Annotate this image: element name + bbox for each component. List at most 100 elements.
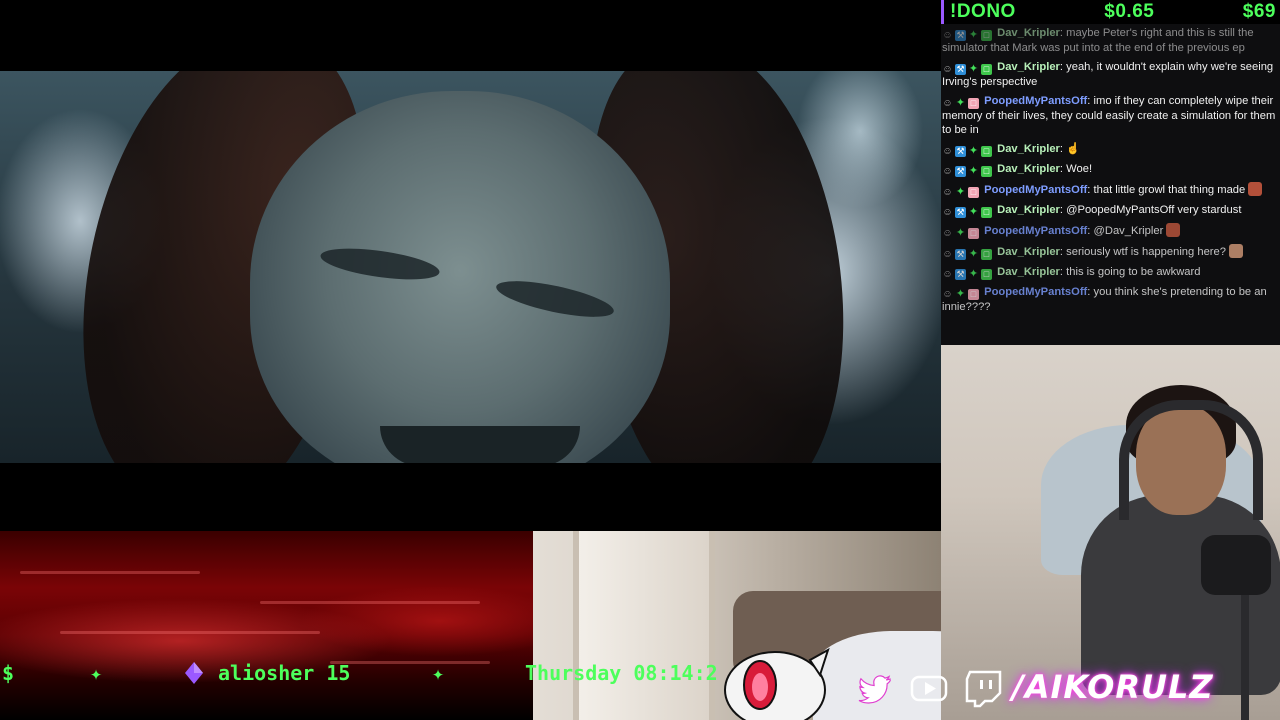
chat-username[interactable]: Dav_Kripler [997,246,1060,258]
donation-bar: !DONO $0.65 $69 [941,0,1280,24]
social-links [855,668,1003,708]
donation-total: $69 [1242,1,1276,22]
ticker-dollar: $ [2,661,15,685]
gift-badge-icon: □ [968,187,979,198]
user-icon: ☺ [942,146,953,157]
streamer-body [1081,495,1280,695]
user-icon: ☺ [942,187,953,198]
user-icon: ☺ [942,98,953,109]
tool-badge-icon: ⚒ [955,146,966,157]
mascot-icon [724,647,830,720]
subscriber-name: aliosher [218,661,315,685]
sparkle-badge-icon: ✦ [955,227,966,239]
chat-message-list: ☺ ⚒ ✦ □ Dav_Kripler: maybe Peter's right an… [941,24,1280,314]
ticker-subscriber: aliosher 15 [218,661,350,685]
user-icon: ☺ [942,207,953,218]
gift-badge-icon: □ [968,289,979,300]
chat-message: ☺ ⚒ ✦ □ Dav_Kripler: seriously wtf is happe… [942,244,1276,260]
tool-badge-icon: ⚒ [955,249,966,260]
tool-badge-icon: ⚒ [955,64,966,75]
face-emote-icon [1248,182,1263,196]
sparkle-badge-icon: ✦ [968,29,979,41]
twitch-icon[interactable] [963,668,1003,708]
user-icon: ☺ [942,228,953,239]
chat-message: ☺ ✦ □ PoopedMyPantsOff: imo if they can co… [942,95,1276,136]
chat-username[interactable]: PoopedMyPantsOff [984,184,1087,196]
user-icon: ☺ [942,166,953,177]
webcam-feed [941,345,1280,720]
donation-label: !DONO [950,1,1016,22]
sparkle-icon: ✦ [90,661,103,685]
video-player[interactable] [0,0,941,531]
sparkle-badge-icon: ✦ [968,63,979,75]
chat-message: ☺ ⚒ ✦ □ Dav_Kripler: ☝ [942,143,1081,157]
chat-username[interactable]: Dav_Kripler [997,204,1060,216]
tool-badge-icon: ⚒ [955,166,966,177]
gift-badge-icon: □ [968,228,979,239]
chat-text: @PoopedMyPantsOff very stardust [1066,204,1242,216]
chat-username[interactable]: Dav_Kripler [997,143,1060,155]
microphone-arm [1241,585,1249,720]
gift-badge-icon: □ [981,207,992,218]
gift-badge-icon: □ [981,30,992,41]
chat-message: ☺ ⚒ ✦ □ Dav_Kripler: yeah, it wouldn't expl… [942,61,1274,88]
youtube-icon[interactable] [909,668,949,708]
chat-text: this is going to be awkward [1066,266,1201,278]
sparkle-badge-icon: ✦ [968,268,979,280]
chat-text: Woe! [1066,163,1093,175]
chat-username[interactable]: PoopedMyPantsOff [984,95,1087,107]
subscriber-count: 15 [326,661,351,685]
sparkle-badge-icon: ✦ [968,145,979,157]
lava-streak [60,631,320,634]
sparkle-badge-icon: ✦ [955,186,966,198]
user-icon: ☺ [942,30,953,41]
chat-message: ☺ ⚒ ✦ □ Dav_Kripler: this is going to be aw… [942,266,1201,280]
chat-username[interactable]: Dav_Kripler [997,27,1060,39]
tool-badge-icon: ⚒ [955,30,966,41]
user-icon: ☺ [942,64,953,75]
chat-username[interactable]: PoopedMyPantsOff [984,286,1087,298]
chat-message: ☺ ⚒ ✦ □ Dav_Kripler: maybe Peter's right an… [942,27,1254,54]
twitter-icon[interactable] [855,668,895,708]
headphones [1119,400,1263,520]
chat-message: ☺ ⚒ ✦ □ Dav_Kripler: @PoopedMyPantsOff very… [942,204,1242,218]
gift-badge-icon: □ [981,146,992,157]
face-emote-icon [1166,223,1181,237]
gift-badge-icon: □ [981,249,992,260]
face-emote-icon [1229,244,1244,258]
tool-badge-icon: ⚒ [955,207,966,218]
chat-message: ☺ ✦ □ PoopedMyPantsOff: @Dav_Kripler [942,223,1276,239]
chat-username[interactable]: Dav_Kripler [997,163,1060,175]
chat-username[interactable]: Dav_Kripler [997,266,1060,278]
gift-badge-icon: □ [981,64,992,75]
sparkle-badge-icon: ✦ [955,288,966,300]
gift-badge-icon: □ [981,269,992,280]
gift-badge-icon: □ [968,98,979,109]
video-face [250,91,670,463]
chat-message: ☺ ✦ □ PoopedMyPantsOff: that little growl … [942,182,1276,198]
tool-badge-icon: ⚒ [955,269,966,280]
sparkle-badge-icon: ✦ [968,165,979,177]
user-icon: ☺ [942,269,953,280]
sparkle-badge-icon: ✦ [955,97,966,109]
chat-username[interactable]: PoopedMyPantsOff [984,225,1087,237]
channel-handle: /AIKORULZ [1012,668,1214,706]
chat-message: ☺ ✦ □ PoopedMyPantsOff: you think she's pr… [942,286,1267,313]
chat-text: seriously wtf is happening here? [1066,246,1226,258]
ticker-clock: Thursday 08:14:2 [525,661,718,685]
chat-panel[interactable]: !DONO $0.65 $69 ☺ ⚒ ✦ □ Dav_Kripler: maybe … [941,0,1280,345]
chat-text: @Dav_Kripler [1093,225,1164,237]
sparkle-badge-icon: ✦ [968,206,979,218]
video-mouth [380,426,580,463]
chat-text: that little growl that thing made [1093,184,1246,196]
info-ticker: $ ✦ aliosher 15 ✦ Thursday 08:14:2 [0,656,760,690]
pointing-hand-emote: ☝ [1066,143,1081,155]
gift-badge-icon: □ [981,166,992,177]
chat-username[interactable]: Dav_Kripler [997,61,1060,73]
lava-overlay [0,531,533,720]
sparkle-icon: ✦ [432,661,445,685]
lava-streak [20,571,200,574]
sparkle-badge-icon: ✦ [968,248,979,260]
gem-icon [185,662,203,684]
door-frame [573,531,715,720]
